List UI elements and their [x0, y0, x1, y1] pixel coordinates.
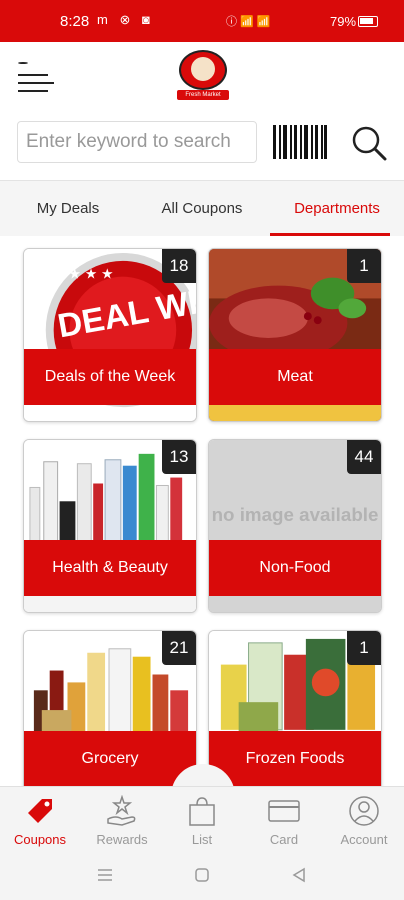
search-bar: Enter keyword to search	[0, 110, 404, 180]
department-tile-grocery[interactable]: Grocery 21	[23, 630, 197, 786]
reward-hand-icon	[107, 795, 136, 826]
nav-label: Coupons	[13, 832, 67, 847]
nav-label: List	[191, 832, 213, 847]
nav-card[interactable]: Card	[244, 787, 324, 851]
search-input[interactable]: Enter keyword to search	[17, 121, 257, 163]
coupon-count-badge: 1	[347, 249, 381, 283]
tile-label: Frozen Foods	[209, 731, 381, 786]
battery-percent: 79%	[330, 14, 357, 29]
home-icon[interactable]	[194, 867, 210, 883]
search-icon[interactable]	[350, 124, 388, 162]
tag-icon	[28, 799, 52, 823]
coupon-count-badge: 1	[347, 631, 381, 665]
tile-label: Non-Food	[209, 540, 381, 596]
back-icon[interactable]	[292, 867, 306, 883]
tile-label: Deals of the Week	[24, 349, 196, 405]
no-image-text: no image available	[212, 504, 379, 525]
notification-icons: m ⊗ ◙	[97, 12, 154, 27]
barcode-scanner-icon[interactable]	[273, 125, 327, 159]
tile-label: Health & Beauty	[24, 540, 196, 596]
hamburger-menu-button[interactable]	[18, 62, 58, 96]
department-tile-meat[interactable]: Meat 1	[208, 248, 382, 422]
tab-my-deals[interactable]: My Deals	[8, 181, 128, 237]
coupon-count-badge: 21	[162, 631, 196, 665]
tile-label: Meat	[209, 349, 381, 405]
battery-icon	[358, 16, 378, 27]
bottom-navigation: Coupons Rewards List Card Account	[0, 786, 404, 850]
svg-text:★ ★ ★: ★ ★ ★	[68, 266, 113, 282]
coupon-count-badge: 18	[162, 249, 196, 283]
system-navigation-bar	[0, 850, 404, 900]
logo-tag: Fresh Market	[177, 90, 229, 100]
status-time: 8:28	[60, 13, 90, 30]
store-logo: Fresh Market	[177, 50, 229, 100]
nav-rewards[interactable]: Rewards	[82, 787, 162, 851]
tab-all-coupons[interactable]: All Coupons	[142, 181, 262, 237]
nav-list[interactable]: List	[162, 787, 242, 851]
department-tile-non-food[interactable]: no image available Non-Food 44	[208, 439, 382, 613]
account-icon	[349, 796, 379, 826]
nav-account[interactable]: Account	[324, 787, 404, 851]
departments-grid: ★ ★ ★ DEAL WEEK Deals of the Week 18 Mea…	[0, 236, 404, 786]
tab-bar: My Deals All Coupons Departments	[0, 180, 404, 236]
card-icon	[268, 800, 300, 822]
department-tile-health-beauty[interactable]: Health & Beauty 13	[23, 439, 197, 613]
nav-label: Rewards	[96, 832, 148, 847]
nav-label: Account	[340, 832, 388, 847]
shopping-bag-icon	[189, 797, 215, 826]
nav-label: Card	[269, 832, 299, 847]
coupon-count-badge: 13	[162, 440, 196, 474]
tile-label: Grocery	[24, 731, 196, 786]
nav-coupons[interactable]: Coupons	[0, 787, 80, 851]
notification-dot-icon	[18, 62, 28, 64]
tab-departments[interactable]: Departments	[270, 181, 404, 237]
app-header: Fresh Market	[0, 42, 404, 110]
signal-icons: ⓘ 📶 📶	[226, 16, 271, 28]
department-tile-deals-of-the-week[interactable]: ★ ★ ★ DEAL WEEK Deals of the Week 18	[23, 248, 197, 422]
status-bar: 8:28 m ⊗ ◙ ⓘ 📶 📶 79%	[0, 0, 404, 42]
coupon-count-badge: 44	[347, 440, 381, 474]
recent-apps-icon[interactable]	[96, 868, 114, 882]
department-tile-frozen-foods[interactable]: Frozen Foods 1	[208, 630, 382, 786]
